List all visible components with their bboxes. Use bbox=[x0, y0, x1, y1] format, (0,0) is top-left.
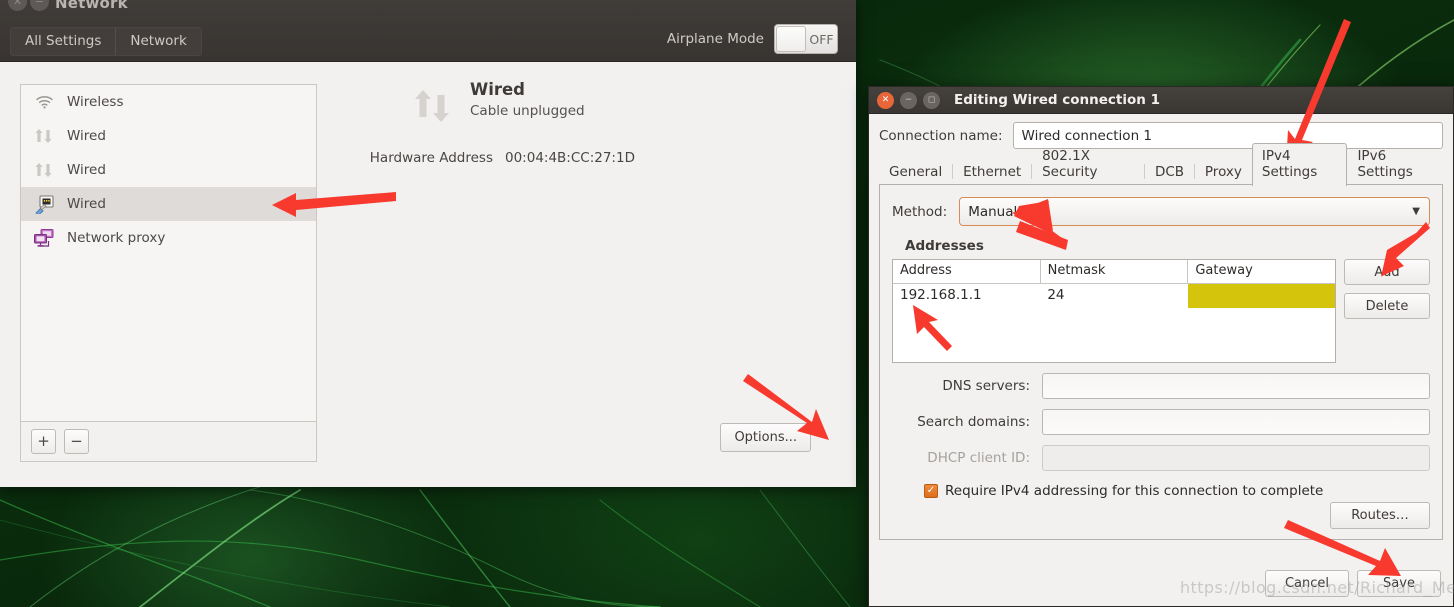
tab-general[interactable]: General bbox=[879, 159, 952, 185]
hardware-address-label: Hardware Address bbox=[369, 150, 493, 166]
addresses-area: Address Netmask Gateway 192.168.1.1 24 A… bbox=[892, 259, 1430, 363]
method-selected-value: Manual bbox=[968, 203, 1018, 220]
dns-servers-row: DNS servers: bbox=[892, 373, 1430, 399]
delete-address-button[interactable]: Delete bbox=[1344, 293, 1430, 319]
airplane-mode-control: Airplane Mode OFF bbox=[667, 24, 838, 54]
airplane-mode-knob bbox=[776, 26, 806, 52]
detail-connection-status: Cable unplugged bbox=[470, 102, 585, 119]
detail-connection-name: Wired bbox=[470, 80, 525, 99]
cell-address[interactable]: 192.168.1.1 bbox=[893, 284, 1040, 308]
wifi-icon bbox=[33, 91, 55, 113]
method-select[interactable]: Manual ▼ bbox=[959, 197, 1430, 226]
ipv4-settings-panel: Method: Manual ▼ Addresses Address Netma… bbox=[879, 185, 1443, 540]
network-list-footer: + − bbox=[21, 421, 316, 461]
sidebar-item-label: Wired bbox=[67, 162, 106, 178]
options-button[interactable]: Options... bbox=[720, 423, 811, 452]
hardware-address-row: Hardware Address 00:04:4B:CC:27:1D bbox=[330, 150, 836, 166]
sidebar-item-wireless[interactable]: Wireless bbox=[21, 85, 316, 119]
dns-servers-input[interactable] bbox=[1042, 373, 1430, 399]
dialog-body: Connection name: Wired connection 1 Gene… bbox=[869, 114, 1453, 540]
sidebar-item-wired-1[interactable]: Wired bbox=[21, 119, 316, 153]
tab-proxy[interactable]: Proxy bbox=[1195, 159, 1252, 185]
network-detail-panel: Wired Cable unplugged Hardware Address 0… bbox=[330, 80, 836, 467]
sidebar-item-wired-3-selected[interactable]: Wired bbox=[21, 187, 316, 221]
addresses-buttons: Add Delete bbox=[1344, 259, 1430, 363]
method-label: Method: bbox=[892, 203, 948, 220]
dialog-title: Editing Wired connection 1 bbox=[954, 92, 1160, 108]
routes-button[interactable]: Routes… bbox=[1330, 502, 1430, 529]
updown-arrows-icon bbox=[33, 159, 55, 181]
tab-ipv6-settings[interactable]: IPv6 Settings bbox=[1347, 143, 1443, 185]
require-ipv4-label: Require IPv4 addressing for this connect… bbox=[945, 483, 1324, 499]
dhcp-client-id-label: DHCP client ID: bbox=[927, 450, 1030, 466]
column-header-gateway: Gateway bbox=[1187, 260, 1335, 283]
dialog-footer: Cancel Save bbox=[869, 560, 1453, 606]
network-window-titlebar: ✕ − Network All Settings Network Airplan… bbox=[0, 0, 856, 62]
tab-ethernet[interactable]: Ethernet bbox=[953, 159, 1031, 185]
add-address-button[interactable]: Add bbox=[1344, 259, 1430, 285]
network-device-list: Wireless Wired Wired Wired Network proxy bbox=[21, 85, 316, 421]
column-header-netmask: Netmask bbox=[1039, 260, 1188, 283]
connection-name-label: Connection name: bbox=[879, 127, 1003, 144]
minimize-icon[interactable]: − bbox=[900, 91, 917, 109]
dhcp-client-id-row: DHCP client ID: bbox=[892, 445, 1430, 471]
updown-arrows-icon bbox=[33, 125, 55, 147]
search-domains-row: Search domains: bbox=[892, 409, 1430, 435]
method-row: Method: Manual ▼ bbox=[892, 197, 1430, 226]
search-domains-input[interactable] bbox=[1042, 409, 1430, 435]
tab-ipv4-settings[interactable]: IPv4 Settings bbox=[1251, 143, 1348, 186]
maximize-icon[interactable]: ◻ bbox=[923, 91, 940, 109]
network-device-list-panel: Wireless Wired Wired Wired Network proxy… bbox=[20, 84, 317, 462]
add-connection-button[interactable]: + bbox=[31, 429, 56, 454]
addresses-table[interactable]: Address Netmask Gateway 192.168.1.1 24 bbox=[892, 259, 1336, 363]
search-domains-label: Search domains: bbox=[917, 414, 1030, 430]
cancel-button[interactable]: Cancel bbox=[1265, 569, 1349, 597]
wired-config-icon bbox=[33, 193, 55, 215]
remove-connection-button[interactable]: − bbox=[64, 429, 89, 454]
proxy-icon bbox=[33, 227, 55, 249]
breadcrumb-network[interactable]: Network bbox=[115, 28, 201, 55]
dhcp-client-id-input bbox=[1042, 445, 1430, 471]
table-row[interactable]: 192.168.1.1 24 bbox=[893, 284, 1335, 308]
dialog-tabs: General Ethernet 802.1X Security DCB Pro… bbox=[879, 143, 1443, 186]
close-icon[interactable]: ✕ bbox=[877, 91, 894, 109]
dns-servers-label: DNS servers: bbox=[942, 378, 1030, 394]
dialog-titlebar: ✕ − ◻ Editing Wired connection 1 bbox=[869, 87, 1453, 114]
network-window-title: Network bbox=[55, 0, 128, 12]
edit-connection-dialog: ✕ − ◻ Editing Wired connection 1 Connect… bbox=[868, 86, 1454, 607]
require-ipv4-checkbox[interactable]: ✓ bbox=[924, 484, 938, 498]
column-header-address: Address bbox=[900, 263, 952, 278]
require-ipv4-row[interactable]: ✓ Require IPv4 addressing for this conne… bbox=[924, 483, 1430, 499]
detail-header: Wired Cable unplugged bbox=[330, 80, 836, 128]
breadcrumb-all-settings[interactable]: All Settings bbox=[11, 28, 116, 55]
chevron-down-icon: ▼ bbox=[1412, 206, 1420, 217]
sidebar-item-label: Network proxy bbox=[67, 230, 166, 246]
sidebar-item-wired-2[interactable]: Wired bbox=[21, 153, 316, 187]
save-button[interactable]: Save bbox=[1357, 569, 1441, 597]
network-settings-window: ✕ − Network All Settings Network Airplan… bbox=[0, 0, 856, 487]
sidebar-item-label: Wired bbox=[67, 196, 106, 212]
tab-8021x-security[interactable]: 802.1X Security bbox=[1032, 143, 1144, 185]
airplane-mode-state: OFF bbox=[809, 31, 834, 47]
minimize-icon[interactable]: − bbox=[30, 0, 49, 11]
network-window-body: Wireless Wired Wired Wired Network proxy… bbox=[0, 62, 856, 487]
updown-arrows-icon bbox=[410, 84, 454, 128]
airplane-mode-label: Airplane Mode bbox=[666, 31, 764, 47]
close-icon[interactable]: ✕ bbox=[8, 0, 27, 11]
cell-netmask[interactable]: 24 bbox=[1040, 284, 1187, 308]
sidebar-item-label: Wired bbox=[67, 128, 106, 144]
breadcrumb: All Settings Network bbox=[10, 27, 202, 56]
tab-dcb[interactable]: DCB bbox=[1145, 159, 1194, 185]
hardware-address-value: 00:04:4B:CC:27:1D bbox=[505, 150, 635, 166]
addresses-table-header: Address Netmask Gateway bbox=[893, 260, 1335, 284]
sidebar-item-network-proxy[interactable]: Network proxy bbox=[21, 221, 316, 255]
airplane-mode-toggle[interactable]: OFF bbox=[774, 24, 838, 54]
addresses-label: Addresses bbox=[905, 238, 984, 254]
sidebar-item-label: Wireless bbox=[67, 94, 124, 110]
cell-gateway[interactable] bbox=[1187, 284, 1335, 308]
